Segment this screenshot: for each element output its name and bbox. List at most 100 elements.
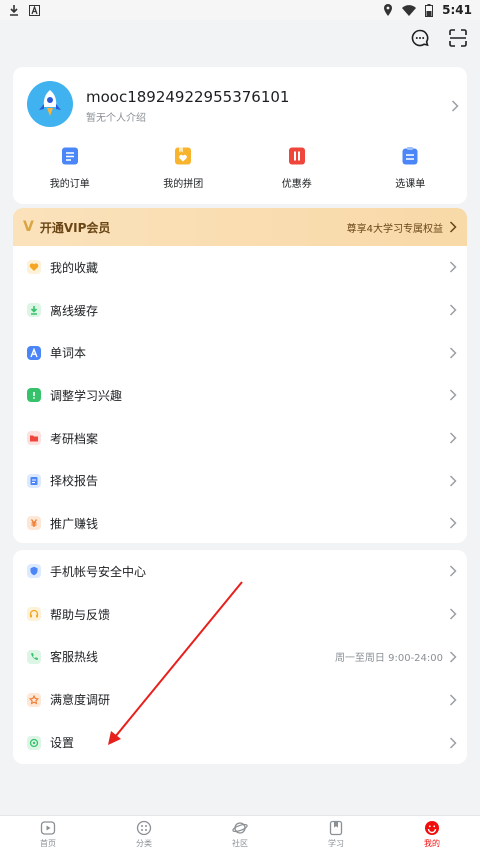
tab-study[interactable]: 学习 [288,816,384,853]
tab-label: 分类 [136,839,152,848]
quick-action-orders[interactable]: 我的订单 [13,145,127,190]
quick-action-group-buy[interactable]: 我的拼团 [127,145,241,190]
chevron-right-icon [449,347,457,359]
app-a-icon [29,4,40,16]
download-icon [27,303,41,318]
group-buy-icon [172,145,194,167]
wifi-icon [402,4,417,16]
menu-item-school-report[interactable]: 择校报告 [13,459,467,502]
planet-icon [232,822,248,834]
menu-item-settings[interactable]: 设置 [13,721,467,764]
chevron-right-icon [449,261,457,273]
quick-actions: 我的订单 我的拼团 优惠券 选课单 [13,145,467,190]
quick-action-label: 优惠券 [281,179,312,190]
scan-icon[interactable] [448,28,468,48]
menu-item-service-hotline[interactable]: 客服热线 周一至周日 9:00-24:00 [13,636,467,679]
study-icon [329,820,343,836]
menu-item-label: 考研档案 [50,431,99,446]
menu-item-label: 帮助与反馈 [50,607,111,622]
tab-community[interactable]: 社区 [192,816,288,853]
download-icon [10,5,18,16]
interest-icon [27,388,41,403]
chevron-right-icon[interactable] [451,97,459,116]
menu-item-account-security[interactable]: 手机帐号安全中心 [13,550,467,593]
profile-intro: 暂无个人介绍 [86,113,146,124]
tab-label: 首页 [40,839,56,848]
chevron-right-icon [449,221,457,233]
status-right: 5:41 [383,3,472,17]
menu-item-label: 单词本 [50,346,87,361]
quick-action-course-list[interactable]: 选课单 [354,145,468,190]
vip-title: 开通VIP会员 [39,220,111,235]
profile-icon [425,821,439,835]
menu-item-exam-archive[interactable]: 考研档案 [13,417,467,460]
menu-item-study-interest[interactable]: 调整学习兴趣 [13,374,467,417]
vip-banner[interactable]: V 开通VIP会员 尊享4大学习专属权益 [13,208,467,246]
category-icon [136,820,152,836]
menu-item-offline-cache[interactable]: 离线缓存 [13,289,467,332]
tab-category[interactable]: 分类 [96,816,192,853]
menu-item-favorites[interactable]: 我的收藏 [13,246,467,289]
heart-icon [27,260,41,275]
phone-icon [27,649,41,664]
status-left [8,4,40,16]
main-menu-card: V 开通VIP会员 尊享4大学习专属权益 我的收藏 离线缓存 单词本 调整学习兴… [13,208,467,543]
status-time: 5:41 [442,3,472,17]
tab-label: 社区 [232,839,248,848]
chevron-right-icon [449,475,457,487]
quick-action-coupons[interactable]: 优惠券 [240,145,354,190]
bottom-tab-bar: 首页 分类 社区 学习 我的 [0,815,480,853]
word-book-icon [27,345,41,360]
quick-action-label: 我的拼团 [163,179,204,190]
menu-item-label: 调整学习兴趣 [50,388,123,403]
vip-badge-icon: V [23,219,34,235]
chevron-right-icon [449,432,457,444]
settings-menu-card: 手机帐号安全中心 帮助与反馈 客服热线 周一至周日 9:00-24:00 满意度… [13,550,467,764]
tab-label: 学习 [328,839,344,848]
tab-profile[interactable]: 我的 [384,816,480,853]
menu-item-label: 择校报告 [50,474,99,489]
rocket-icon [39,90,61,116]
menu-item-promote-earn[interactable]: 推广赚钱 [13,502,467,543]
menu-item-word-book[interactable]: 单词本 [13,331,467,374]
message-icon[interactable] [410,28,430,48]
order-icon [59,145,81,167]
menu-item-label: 推广赚钱 [50,516,99,531]
vip-benefit: 尊享4大学习专属权益 [346,223,443,235]
coupon-icon [286,145,308,167]
menu-item-label: 离线缓存 [50,303,99,318]
menu-item-label: 手机帐号安全中心 [50,564,147,579]
avatar[interactable] [27,81,73,127]
chevron-right-icon [449,694,457,706]
star-icon [27,692,41,707]
home-play-icon [40,821,56,835]
menu-item-label: 我的收藏 [50,260,99,275]
username: mooc18924922955376101 [86,88,290,106]
quick-action-label: 选课单 [395,179,426,190]
chevron-right-icon [449,608,457,620]
shield-icon [27,564,41,579]
status-bar: 5:41 [0,0,480,20]
menu-item-help-feedback[interactable]: 帮助与反馈 [13,593,467,636]
quick-action-label: 我的订单 [49,179,90,190]
menu-item-label: 满意度调研 [50,693,111,708]
chevron-right-icon [449,651,457,663]
report-icon [27,473,41,488]
hotline-hours: 周一至周日 9:00-24:00 [334,653,443,665]
battery-icon [425,3,434,17]
menu-item-label: 设置 [50,736,75,751]
tab-home[interactable]: 首页 [0,816,96,853]
course-list-icon [399,145,421,167]
menu-item-label: 客服热线 [50,650,99,665]
top-bar [0,20,480,56]
chevron-right-icon [449,304,457,316]
headphone-icon [27,607,41,622]
money-icon [27,516,41,531]
settings-icon [27,735,41,750]
profile-card: mooc18924922955376101 暂无个人介绍 我的订单 我的拼团 优… [13,67,467,204]
folder-icon [27,431,41,446]
menu-item-satisfaction-survey[interactable]: 满意度调研 [13,678,467,721]
location-icon [384,4,393,16]
chevron-right-icon [449,737,457,749]
chevron-right-icon [449,517,457,529]
